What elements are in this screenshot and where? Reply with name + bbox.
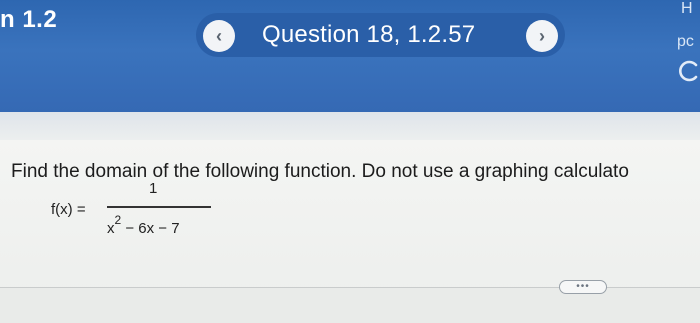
- refresh-icon[interactable]: [676, 58, 700, 84]
- header-right-text-top: H: [681, 0, 693, 17]
- header-right-text-mid: pc: [677, 33, 694, 50]
- denominator-base: x: [107, 220, 115, 237]
- section-title: n 1.2: [0, 6, 58, 33]
- question-instruction: Find the domain of the following functio…: [11, 161, 629, 182]
- previous-question-button[interactable]: ‹: [203, 20, 235, 52]
- more-dots-icon: •••: [576, 281, 590, 292]
- fraction-numerator: 1: [149, 180, 158, 197]
- fraction-bar: [107, 206, 211, 208]
- fraction-denominator: x2 − 6x − 7: [107, 213, 180, 237]
- question-label: Question 18, 1.2.57: [262, 21, 476, 48]
- denominator-exponent: 2: [114, 213, 122, 227]
- next-question-button[interactable]: ›: [526, 20, 558, 52]
- denominator-rest: − 6x − 7: [121, 220, 180, 237]
- function-lhs: f(x) =: [51, 201, 86, 218]
- sub-header-strip: [0, 112, 700, 140]
- chevron-left-icon: ‹: [216, 26, 222, 46]
- header-bar: n 1.2 ‹ Question 18, 1.2.57 › H pc: [0, 0, 700, 112]
- chevron-right-icon: ›: [539, 26, 545, 46]
- more-options-button[interactable]: •••: [559, 280, 607, 294]
